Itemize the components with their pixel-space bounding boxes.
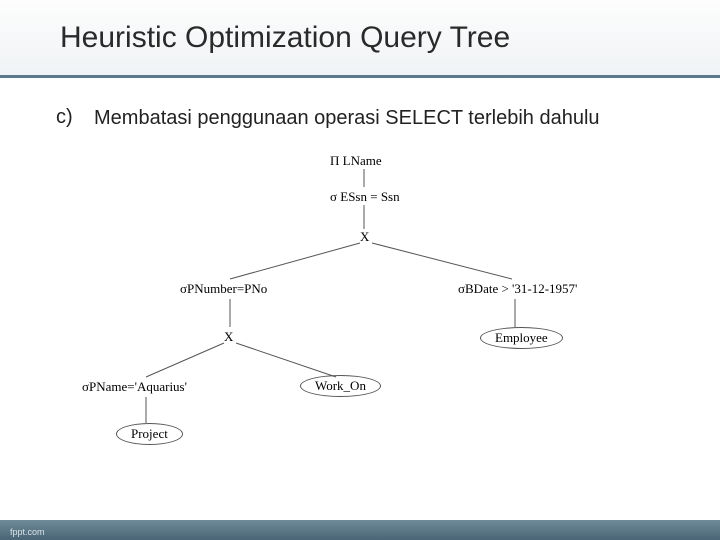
footer-site: fppt.com bbox=[10, 527, 45, 537]
content-area: c) Membatasi penggunaan operasi SELECT t… bbox=[0, 78, 720, 471]
relation-works-on: Work_On bbox=[300, 375, 381, 397]
bullet-item: c) Membatasi penggunaan operasi SELECT t… bbox=[56, 106, 664, 131]
query-tree: Π LName σ ESsn = Ssn X σPNumber=PNo σBDa… bbox=[60, 151, 660, 471]
node-select-pnumber: σPNumber=PNo bbox=[180, 281, 267, 297]
node-select-pname: σPName='Aquarius' bbox=[82, 379, 187, 395]
relation-employee: Employee bbox=[480, 327, 563, 349]
node-project-lname: Π LName bbox=[330, 153, 382, 169]
node-join-bottom: X bbox=[224, 329, 233, 345]
node-select-bdate: σBDate > '31-12-1957' bbox=[458, 281, 577, 297]
slide-title: Heuristic Optimization Query Tree bbox=[60, 21, 510, 55]
relation-project: Project bbox=[116, 423, 183, 445]
bullet-marker: c) bbox=[56, 106, 80, 129]
node-join-top: X bbox=[360, 229, 369, 245]
bullet-text: Membatasi penggunaan operasi SELECT terl… bbox=[94, 106, 600, 131]
footer-band: fppt.com bbox=[0, 520, 720, 540]
node-select-essn: σ ESsn = Ssn bbox=[330, 189, 400, 205]
title-band: Heuristic Optimization Query Tree bbox=[0, 0, 720, 78]
